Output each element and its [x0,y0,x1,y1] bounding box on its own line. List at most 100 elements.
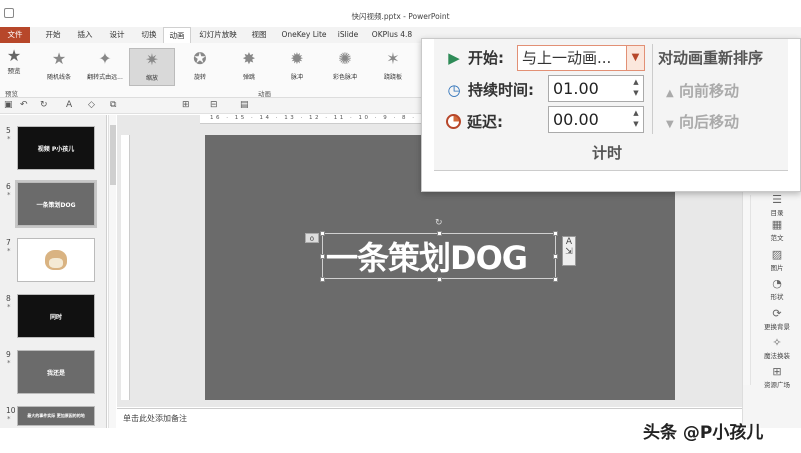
tab-home[interactable]: 开始 [38,27,68,43]
side-item-magic[interactable]: ✧ 魔法换装 [755,336,799,360]
anim-spin[interactable]: ✪ 旋转 [177,48,223,86]
align-icon[interactable]: ⊞ [182,100,190,110]
shape-icon[interactable]: ◇ [88,100,95,110]
animation-star-icon: * [7,415,11,423]
side-item-toc[interactable]: ☰ 目录 [755,193,799,217]
tab-islide[interactable]: iSlide [332,27,364,43]
thumbnails-scrollbar[interactable] [108,115,116,428]
duration-row: ◷ 持续时间: [447,81,534,99]
timing-group-label: 计时 [592,144,623,162]
resize-handle[interactable] [320,254,325,259]
grid-icon: ⊞ [772,365,782,378]
side-item-shapes[interactable]: ◔ 形状 [755,277,799,301]
tab-transitions[interactable]: 切换 [134,27,164,43]
slide-main-text[interactable]: 一条策划DOG [326,238,556,278]
autofit-options-icon[interactable]: A ⇲ [562,236,576,266]
slide-thumbnail[interactable]: 同时 [17,294,95,338]
thumb-number: 7 [6,238,11,247]
start-row: ▶ 开始: [446,47,504,68]
slide-thumbnail[interactable]: 我还是 [17,350,95,394]
font-color-icon[interactable]: A [66,100,72,110]
side-item-background[interactable]: ⟳ 更换背景 [755,307,799,331]
animation-star-icon: * [7,135,11,143]
delay-row: 延迟: [446,111,503,132]
resize-handle[interactable] [553,231,558,236]
slide-thumbnail[interactable]: 视频 P小孩儿 [17,126,95,170]
anim-random-bars[interactable]: ★ 随机线条 [36,48,82,86]
distribute-icon[interactable]: ⊟ [210,100,218,110]
title-bar: 快闪视频.pptx - PowerPoint [0,0,801,26]
thumb-number: 8 [6,294,11,303]
image-icon: ▨ [771,248,783,261]
tab-view[interactable]: 视图 [245,27,273,43]
animation-star-icon: * [7,191,11,199]
star-icon: ✹ [290,49,304,68]
side-item-templates[interactable]: ▦ 范文 [755,218,799,242]
slide-thumbnail[interactable] [17,238,95,282]
tab-slideshow[interactable]: 幻灯片放映 [195,27,241,43]
arrange-icon[interactable]: ⧉ [110,100,116,110]
tab-design[interactable]: 设计 [102,27,132,43]
animation-order-tag[interactable]: 0 [305,233,319,243]
save-icon[interactable]: ▣ [4,100,13,110]
anim-flip-in[interactable]: ✦ 翻转式由远... [82,48,128,86]
anim-teeter[interactable]: ✶ 跷跷板 [370,48,416,86]
duration-stepper[interactable]: 01.00 ▲ ▼ [548,75,644,102]
anim-color-pulse[interactable]: ✺ 彩色脉冲 [322,48,368,86]
thumb-number: 9 [6,350,11,359]
star-icon: ✶ [386,49,400,68]
triangle-up-icon: ▲ [666,88,674,99]
document-icon: ▦ [771,218,783,231]
preview-button[interactable]: ★ 预览 [3,46,25,75]
anim-pulse[interactable]: ✹ 脉冲 [274,48,320,86]
star-icon: ★ [51,49,67,68]
triangle-down-icon: ▼ [666,119,674,130]
tab-animations[interactable]: 动画 [163,27,191,43]
rotate-handle-icon[interactable]: ↻ [435,218,443,228]
window-title: 快闪视频.pptx - PowerPoint [351,12,450,21]
undo-icon[interactable]: ↶ [20,100,28,110]
star-icon: ✷ [145,50,159,69]
clock-icon: ◷ [447,81,461,99]
group-divider [652,44,653,134]
tab-file[interactable]: 文件 [0,27,30,43]
spin-arrows-icon[interactable]: ▲ ▼ [631,77,641,99]
side-item-images[interactable]: ▨ 图片 [755,248,799,272]
redo-icon[interactable]: ↻ [40,100,48,110]
anim-zoom[interactable]: ✷ 缩放 [129,48,175,86]
resize-handle[interactable] [320,277,325,282]
star-icon: ✪ [193,49,207,68]
workspace-scrollbar[interactable] [743,195,751,385]
scrollbar-thumb[interactable] [110,125,116,185]
magic-wand-icon: ✧ [772,336,782,349]
watermark: 头条 @P小孩儿 [643,423,764,443]
delay-icon [446,114,461,129]
animation-star-icon: * [7,359,11,367]
resize-handle[interactable] [437,231,442,236]
thumb-number: 10 [6,406,16,415]
thumb-number: 5 [6,126,11,135]
star-icon: ★ [6,46,22,65]
animation-star-icon: * [7,247,11,255]
refresh-icon: ⟳ [772,307,782,320]
tab-okplus[interactable]: OKPlus 4.8 [370,27,414,43]
star-icon: ✺ [338,49,352,68]
shapes-icon: ◔ [772,277,782,290]
play-icon: ▶ [448,49,460,67]
reorder-title: 对动画重新排序 [658,49,764,67]
list-icon: ☰ [772,193,782,206]
slide-thumbnail[interactable]: 最大的事件实际 更加原因的的地 [17,406,95,426]
delay-stepper[interactable]: 00.00 ▲ ▼ [548,106,644,133]
tab-insert[interactable]: 插入 [70,27,100,43]
move-later-button[interactable]: ▼ 向后移动 [666,111,739,132]
anim-bounce[interactable]: ✸ 弹跳 [226,48,272,86]
start-dropdown[interactable]: 与上一动画... ▼ [517,45,645,71]
slide-thumbnail-selected[interactable]: 一条策划DOG [15,180,97,228]
chevron-down-icon[interactable]: ▼ [626,46,644,70]
resize-handle[interactable] [320,231,325,236]
group-icon[interactable]: ▤ [240,100,249,110]
tab-onekey[interactable]: OneKey Lite [280,27,328,43]
side-item-resources[interactable]: ⊞ 资源广场 [755,365,799,389]
move-earlier-button[interactable]: ▲ 向前移动 [666,80,739,101]
spin-arrows-icon[interactable]: ▲ ▼ [631,108,641,130]
